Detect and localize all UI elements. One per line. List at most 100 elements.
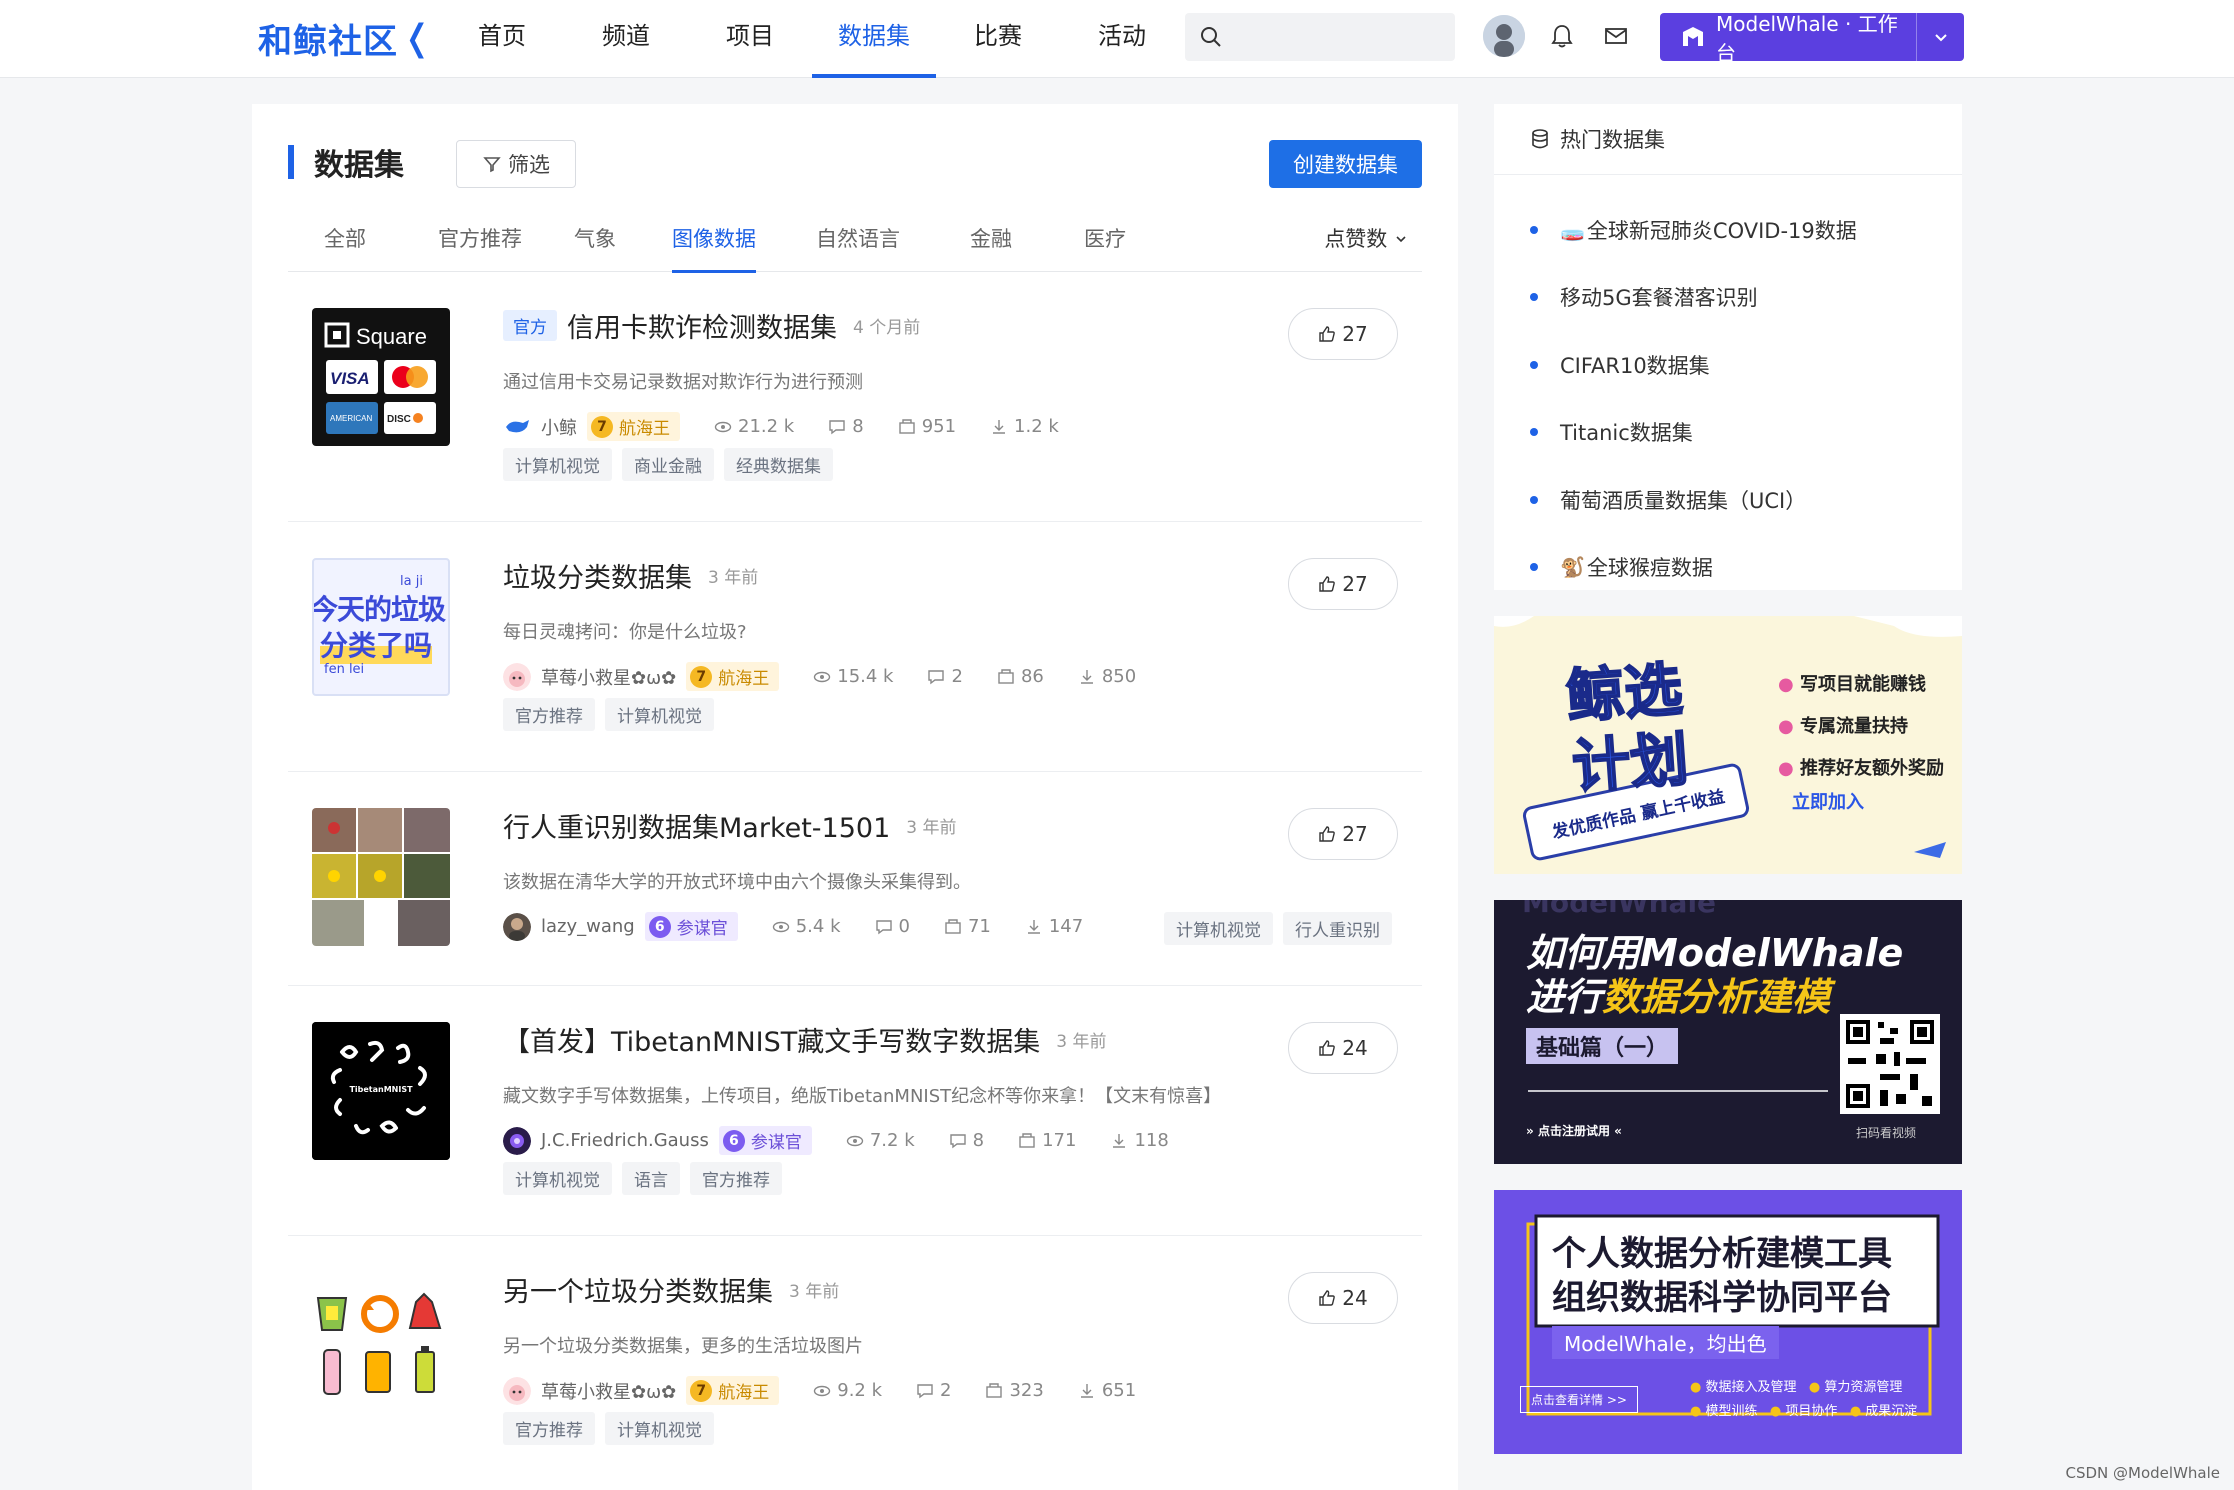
dataset-thumbnail[interactable] [312,808,450,946]
sort-label: 点赞数 [1324,227,1388,251]
dataset-name[interactable]: 信用卡欺诈检测数据集 [567,306,837,345]
dataset-thumbnail[interactable]: TibetanMNIST [312,1022,450,1160]
promo-banner-tutorial[interactable]: ModelWhale 如何用ModelWhale 进行数据分析建模 基础篇（一）… [1494,900,1962,1164]
dataset-thumbnail[interactable] [312,1272,450,1410]
tag[interactable]: 官方推荐 [503,698,595,731]
download-icon [1080,669,1093,684]
downloads-count: 1.2 k [1014,416,1059,437]
dataset-thumbnail[interactable]: Square VISA AMERICAN DISC [312,308,450,446]
tag[interactable]: 计算机视觉 [605,1412,714,1445]
tab-finance[interactable]: 金融 [970,216,1012,272]
like-count: 27 [1342,572,1368,596]
views-stat: 21.2 k [714,416,794,437]
nav-home[interactable]: 首页 [440,0,564,78]
author-name[interactable]: J.C.Friedrich.Gauss [541,1130,709,1151]
bell-icon[interactable] [1548,22,1576,50]
modelwhale-logo-icon [1683,27,1703,46]
workbench-dropdown[interactable] [1916,13,1964,61]
nav-competitions[interactable]: 比赛 [936,0,1060,78]
tag[interactable]: 经典数据集 [724,448,833,481]
nav-events[interactable]: 活动 [1060,0,1184,78]
promo-banner-modelwhale[interactable]: 个人数据分析建模工具 组织数据科学协同平台 ModelWhale，均出色 点击查… [1494,1190,1962,1454]
hot-dataset-item[interactable]: CIFAR10数据集 [1530,331,1857,399]
tab-medical[interactable]: 医疗 [1084,216,1126,272]
banner1-cta[interactable]: 立即加入 [1792,788,1864,814]
dataset-row[interactable]: 行人重识别数据集Market-1501 3 年前 该数据在清华大学的开放式环境中… [288,772,1422,986]
views-count: 7.2 k [869,1130,915,1151]
tag[interactable]: 计算机视觉 [605,698,714,731]
nav-channels[interactable]: 频道 [564,0,688,78]
banner3-cta[interactable]: 点击查看详情 >> [1520,1386,1638,1413]
like-button[interactable]: 27 [1288,808,1398,860]
create-dataset-button[interactable]: 创建数据集 [1269,140,1422,188]
nav-projects[interactable]: 项目 [688,0,812,78]
workbench-button[interactable]: ModelWhale · 工作台 [1660,12,1964,65]
tag[interactable]: 计算机视觉 [1164,912,1273,945]
author-name[interactable]: lazy_wang [541,916,635,937]
database-icon [1532,129,1548,149]
level-name: 航海王 [619,419,670,439]
thumbs-up-icon [1319,326,1336,342]
dataset-title: 另一个垃圾分类数据集 3 年前 [503,1270,839,1309]
like-button[interactable]: 27 [1288,308,1398,360]
author-avatar[interactable] [503,912,531,941]
mail-icon[interactable] [1602,22,1630,50]
author-avatar[interactable] [503,1126,531,1155]
author-avatar[interactable] [503,662,531,691]
author-avatar[interactable] [503,412,531,441]
tab-weather[interactable]: 气象 [574,216,616,272]
tag[interactable]: 商业金融 [622,448,714,481]
dataset-thumbnail[interactable]: la ji 今天的垃圾 分类了吗 fen lei [312,558,450,696]
hot-dataset-item[interactable]: 葡萄酒质量数据集（UCI） [1530,466,1857,534]
tab-image[interactable]: 图像数据 [672,216,756,273]
like-button[interactable]: 24 [1288,1272,1398,1324]
sort-dropdown[interactable]: 点赞数 [1324,216,1408,262]
tag[interactable]: 语言 [622,1162,680,1195]
dataset-name[interactable]: 垃圾分类数据集 [503,556,692,595]
tag[interactable]: 计算机视觉 [503,448,612,481]
dataset-title: 【首发】TibetanMNIST藏文手写数字数据集 3 年前 [503,1020,1106,1059]
search-input[interactable] [1185,13,1455,61]
user-avatar[interactable] [1483,15,1525,57]
nav-datasets[interactable]: 数据集 [812,0,936,78]
site-logo[interactable]: 和鲸社区 ❬ [258,14,433,63]
tab-nlp[interactable]: 自然语言 [816,216,900,272]
downloads-count: 147 [1048,916,1084,937]
filter-button[interactable]: 筛选 [456,140,576,188]
views-stat: 9.2 k [813,1380,882,1401]
level-name: 航海王 [718,669,770,689]
hot-dataset-item[interactable]: Titanic数据集 [1530,399,1857,467]
qr-code-icon[interactable] [1840,1014,1940,1114]
dataset-meta: J.C.Friedrich.Gauss 6 参谋官 7.2 k 8 171 118 [503,1126,1169,1155]
tag[interactable]: 官方推荐 [503,1412,595,1445]
dataset-name[interactable]: 【首发】TibetanMNIST藏文手写数字数据集 [503,1020,1040,1059]
svg-text:DISC: DISC [387,414,411,425]
tag[interactable]: 行人重识别 [1283,912,1392,945]
like-button[interactable]: 24 [1288,1022,1398,1074]
dataset-row[interactable]: TibetanMNIST 【首发】TibetanMNIST藏文手写数字数据集 3… [288,986,1422,1236]
fork-icon [945,918,961,934]
like-button[interactable]: 27 [1288,558,1398,610]
dataset-name[interactable]: 另一个垃圾分类数据集 [503,1270,773,1309]
tag[interactable]: 官方推荐 [690,1162,782,1195]
dataset-row[interactable]: 另一个垃圾分类数据集 3 年前 另一个垃圾分类数据集，更多的生活垃圾图片 草莓小… [288,1236,1422,1486]
author-name[interactable]: 草莓小救星✿ω✿ [541,664,676,690]
hot-dataset-item[interactable]: 移动5G套餐潜客识别 [1530,264,1857,332]
banner1-point: ● 推荐好友额外奖励 [1778,758,1944,779]
promo-banner-whale-plan[interactable]: 鲸选 计划 发优质作品 赢上千收益 ● 写项目就能赚钱 ● 专属流量扶持 ● 推… [1494,616,1962,874]
author-name[interactable]: 草莓小救星✿ω✿ [541,1378,676,1404]
tab-official[interactable]: 官方推荐 [438,216,522,272]
thumbs-up-icon [1319,826,1336,842]
fork-icon [1019,1132,1035,1148]
dataset-row[interactable]: la ji 今天的垃圾 分类了吗 fen lei 垃圾分类数据集 3 年前 每日… [288,522,1422,772]
author-avatar[interactable] [503,1376,531,1405]
fork-icon [986,1382,1003,1398]
hot-dataset-item[interactable]: 🧫 全球新冠肺炎COVID-19数据 [1530,196,1857,264]
logo-text: 和鲸社区 [258,22,398,62]
hot-dataset-item[interactable]: 🐒 全球猴痘数据 [1530,534,1857,602]
tag[interactable]: 计算机视觉 [503,1162,612,1195]
author-name[interactable]: 小鲸 [541,414,577,440]
dataset-row[interactable]: Square VISA AMERICAN DISC 官方 信用卡欺诈检测数据集 … [288,272,1422,522]
dataset-name[interactable]: 行人重识别数据集Market-1501 [503,806,890,845]
tab-all[interactable]: 全部 [324,216,366,272]
